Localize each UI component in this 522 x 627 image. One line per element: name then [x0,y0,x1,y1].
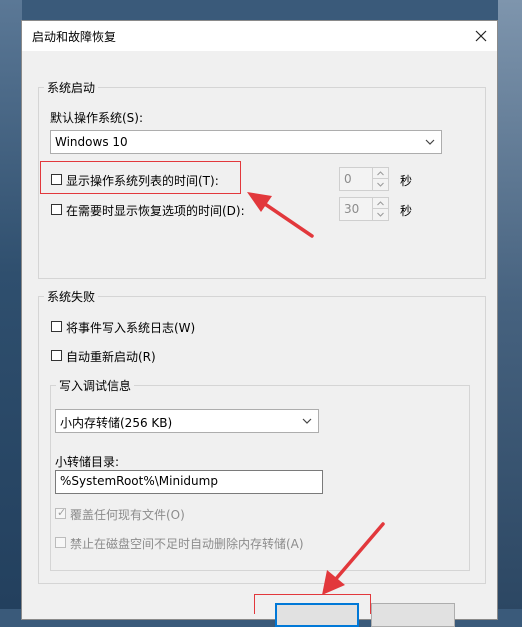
arrow-up-icon [377,201,384,206]
title-bar: 启动和故障恢复 [22,21,497,51]
show-recovery-spinner[interactable]: 30 [339,197,389,221]
chevron-down-icon [302,418,312,424]
close-icon [475,30,487,42]
auto-restart-checkbox[interactable] [51,350,62,361]
cancel-button[interactable] [371,603,455,627]
disable-auto-delete-checkbox[interactable] [55,537,66,548]
overwrite-label[interactable]: 覆盖任何现有文件(O) [70,506,185,523]
disable-auto-delete-label[interactable]: 禁止在磁盘空间不足时自动删除内存转储(A) [70,535,304,552]
auto-restart-label[interactable]: 自动重新启动(R) [66,348,156,365]
arrow-up-icon [377,171,384,176]
check-icon: ✓ [57,506,67,519]
startup-recovery-dialog: 启动和故障恢复 系统启动 默认操作系统(S): Windows 10 显示操作系… [21,20,498,627]
write-event-checkbox[interactable] [51,321,62,332]
debug-info-legend: 写入调试信息 [56,377,135,394]
annotation-highlight-box [40,161,241,194]
spin-up-button[interactable] [373,198,388,209]
show-recovery-label[interactable]: 在需要时显示恢复选项的时间(D): [66,202,245,219]
dump-dir-label: 小转储目录: [55,455,120,469]
show-recovery-unit: 秒 [400,204,413,218]
dump-type-dropdown[interactable]: 小内存转储(256 KB) [55,409,319,433]
annotation-highlight-box [254,594,371,614]
write-event-label[interactable]: 将事件写入系统日志(W) [66,319,195,336]
show-recovery-value: 30 [344,202,360,216]
system-startup-legend: 系统启动 [44,79,99,96]
dump-dir-input-box[interactable] [55,470,323,494]
system-failure-legend: 系统失败 [44,288,99,305]
spin-up-button[interactable] [373,168,388,179]
close-button[interactable] [467,21,495,51]
default-os-label: 默认操作系统(S): [50,111,144,125]
overwrite-checkbox[interactable]: ✓ [55,506,67,519]
desktop-background-left [0,0,22,609]
desktop-background-right [498,0,522,609]
spin-down-button[interactable] [373,209,388,220]
dump-type-value: 小内存转储(256 KB) [60,416,173,430]
arrow-down-icon [377,212,384,217]
dump-dir-input[interactable] [60,474,315,488]
dialog-title: 启动和故障恢复 [32,30,117,44]
chevron-down-icon [425,139,435,145]
show-os-list-value: 0 [344,172,352,186]
default-os-value: Windows 10 [55,135,128,149]
show-recovery-checkbox[interactable] [51,204,62,215]
arrow-down-icon [377,182,384,187]
spin-down-button[interactable] [373,179,388,190]
default-os-dropdown[interactable]: Windows 10 [50,130,442,154]
show-os-list-spinner[interactable]: 0 [339,167,389,191]
show-os-list-unit: 秒 [400,174,413,188]
